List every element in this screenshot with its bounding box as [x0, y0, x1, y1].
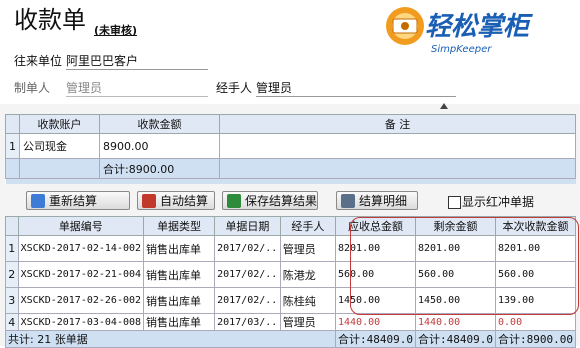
brand-logo: 轻松掌柜 SimpKeeper: [386, 7, 533, 55]
recalc-button[interactable]: 重新结算: [26, 191, 130, 210]
brand-name: 轻松掌柜: [425, 12, 533, 42]
bill-total-row: 共计: 21 张单据 合计:48409.0 合计:48409.0 合计:8900…: [5, 330, 576, 348]
column-header[interactable]: 本次收款金额: [495, 216, 576, 236]
row-index: 2: [5, 261, 19, 288]
bill-type-cell: 销售出库单: [143, 313, 216, 331]
this-amount-cell[interactable]: 560.00: [495, 261, 576, 288]
auto-settle-button[interactable]: 自动结算: [137, 191, 215, 210]
bill-date-cell: 2017/02/..: [214, 287, 281, 314]
column-header[interactable]: 剩余金额: [414, 216, 497, 236]
handler-cell: 管理员: [279, 235, 337, 262]
bill-no-cell: XSCKD-2017-02-26-002: [17, 287, 145, 314]
table-row[interactable]: 3 XSCKD-2017-02-26-002 销售出库单 2017/02/.. …: [5, 287, 576, 314]
account-total: 合计:8900.00: [99, 158, 220, 179]
handler-cell: 陈港龙: [279, 261, 337, 288]
remain-amount-cell: 560.00: [414, 261, 497, 288]
remain-amount-cell: 1440.00: [414, 313, 497, 331]
partner-label: 往来单位: [14, 54, 63, 68]
note-cell[interactable]: [219, 133, 576, 159]
bill-type-cell: 销售出库单: [143, 235, 216, 262]
bill-date-cell: 2017/02/..: [214, 235, 281, 262]
column-header[interactable]: 单据编号: [17, 216, 145, 236]
auto-icon: [142, 194, 156, 208]
status-badge: (未审核): [94, 24, 138, 37]
column-header[interactable]: 单据日期: [214, 216, 281, 236]
account-table-header: 收款账户 收款金额 备 注: [5, 114, 576, 134]
receipt-window: 收款单 (未审核) 轻松掌柜 SimpKeeper 往来单位 阿里巴巴客户 制单…: [0, 0, 580, 348]
column-header: [5, 216, 19, 236]
list-icon: [341, 194, 355, 208]
column-header: 备 注: [219, 114, 576, 134]
this-amount-cell[interactable]: 8201.00: [495, 235, 576, 262]
table-row[interactable]: 2 XSCKD-2017-02-21-004 销售出库单 2017/02/.. …: [5, 261, 576, 288]
column-header: 收款账户: [19, 114, 100, 134]
bill-table: 单据编号 单据类型 单据日期 经手人 应收总金额 剩余金额 本次收款金额 1 X…: [5, 216, 576, 348]
account-total-row: 合计:8900.00: [5, 158, 576, 179]
detail-label: 结算明细: [359, 194, 408, 208]
brand-sub: SimpKeeper: [431, 44, 492, 55]
column-header: 收款金额: [99, 114, 220, 134]
save-result-button[interactable]: 保存结算结果: [222, 191, 318, 210]
this-amount-cell[interactable]: 0.00: [495, 313, 576, 331]
header-area: 收款单 (未审核) 轻松掌柜 SimpKeeper 往来单位 阿里巴巴客户 制单…: [0, 0, 580, 104]
page-title: 收款单: [14, 6, 86, 34]
remain-amount-cell: 8201.00: [414, 235, 497, 262]
bill-no-cell: XSCKD-2017-02-21-004: [17, 261, 145, 288]
bill-date-cell: 2017/03/..: [214, 313, 281, 331]
bill-no-cell: XSCKD-2017-02-14-002: [17, 235, 145, 262]
bill-date-cell: 2017/02/..: [214, 261, 281, 288]
bill-no-cell: XSCKD-2017-03-04-008: [17, 313, 145, 331]
show-red-checkbox[interactable]: [448, 196, 461, 209]
collapse-arrow-icon[interactable]: [440, 103, 448, 109]
calculator-icon: [31, 194, 45, 208]
row-index: 3: [5, 287, 19, 314]
column-header: [5, 114, 20, 134]
column-header[interactable]: 经手人: [279, 216, 337, 236]
handler-label: 经手人: [216, 81, 253, 95]
column-header[interactable]: 单据类型: [143, 216, 216, 236]
maker-label: 制单人: [14, 81, 51, 95]
handler-cell: 管理员: [279, 313, 337, 331]
total-amount-cell: 560.00: [335, 261, 416, 288]
handler-cell: 陈桂纯: [279, 287, 337, 314]
row-index: 4: [5, 313, 19, 331]
bill-table-header: 单据编号 单据类型 单据日期 经手人 应收总金额 剩余金额 本次收款金额: [5, 216, 576, 236]
total-amount-cell: 1440.00: [335, 313, 416, 331]
this-sum: 合计:8900.00: [495, 330, 576, 348]
row-index: 1: [5, 133, 20, 159]
account-cell[interactable]: 公司现金: [19, 133, 100, 159]
save-icon: [227, 194, 241, 208]
handler-field[interactable]: 管理员: [256, 80, 456, 97]
partner-field[interactable]: 阿里巴巴客户: [66, 53, 208, 70]
remain-amount-cell: 1450.00: [414, 287, 497, 314]
account-table: 收款账户 收款金额 备 注 1 公司现金 8900.00 合计:8900.00: [5, 114, 576, 184]
total-sum: 合计:48409.0: [335, 330, 416, 348]
table-row[interactable]: 1 XSCKD-2017-02-14-002 销售出库单 2017/02/.. …: [5, 235, 576, 262]
table-row[interactable]: 1 公司现金 8900.00: [5, 133, 576, 159]
this-amount-cell[interactable]: 139.00: [495, 287, 576, 314]
save-label: 保存结算结果: [245, 194, 318, 208]
bill-type-cell: 销售出库单: [143, 287, 216, 314]
row-index: 1: [5, 235, 19, 262]
table-row[interactable]: 4 XSCKD-2017-03-04-008 销售出库单 2017/03/.. …: [5, 313, 576, 331]
bill-count: 共计: 21 张单据: [5, 330, 336, 348]
detail-button[interactable]: 结算明细: [336, 191, 418, 210]
amount-cell[interactable]: 8900.00: [99, 133, 220, 159]
total-amount-cell: 1450.00: [335, 287, 416, 314]
bill-type-cell: 销售出库单: [143, 261, 216, 288]
recalc-label: 重新结算: [49, 194, 98, 208]
column-header[interactable]: 应收总金额: [335, 216, 416, 236]
maker-field: 管理员: [66, 80, 208, 97]
auto-label: 自动结算: [160, 194, 209, 208]
remain-sum: 合计:48409.0: [414, 330, 497, 348]
show-red-label: 显示红冲单据: [462, 195, 535, 209]
total-amount-cell: 8201.00: [335, 235, 416, 262]
